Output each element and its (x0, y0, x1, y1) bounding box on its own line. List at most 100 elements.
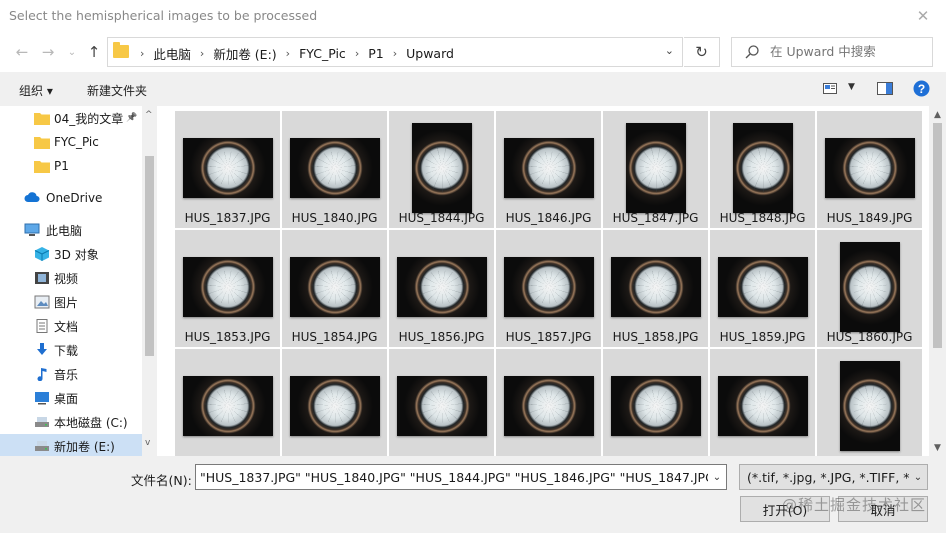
file-tile[interactable] (603, 349, 708, 456)
up-arrow-icon[interactable]: ↑ (84, 42, 104, 62)
video-icon (34, 271, 50, 285)
file-tile[interactable]: HUS_1847.JPG (603, 111, 708, 228)
image-thumbnail (610, 257, 701, 317)
sidebar-item[interactable]: 此电脑 (0, 218, 142, 242)
image-thumbnail (824, 138, 915, 198)
folder-icon (34, 111, 50, 125)
folder-icon (34, 159, 50, 173)
file-name: HUS_1857.JPG (505, 330, 592, 344)
sidebar-item[interactable]: 图片 (0, 290, 142, 314)
scroll-thumb[interactable] (933, 123, 942, 348)
file-tile[interactable]: HUS_1857.JPG (496, 230, 601, 347)
chevron-down-icon[interactable]: ⌄ (665, 44, 674, 57)
breadcrumb-item[interactable]: 新加卷 (E:) (213, 44, 276, 63)
command-bar: 组织 ▾ 新建文件夹 ▼ ? (0, 72, 946, 106)
sidebar-item[interactable]: 新加卷 (E:) (0, 434, 142, 456)
chevron-down-icon[interactable]: ⌄ (708, 465, 726, 489)
image-thumbnail (717, 257, 808, 317)
image-thumbnail (396, 257, 487, 317)
sidebar-item-label: 此电脑 (46, 223, 83, 238)
file-tile[interactable] (175, 349, 280, 456)
file-name: HUS_1853.JPG (184, 330, 271, 344)
file-tile[interactable]: HUS_1856.JPG (389, 230, 494, 347)
sidebar-item[interactable]: 04_我的文章 📌 (0, 106, 142, 130)
scroll-up-icon[interactable]: ^ (145, 110, 153, 120)
breadcrumb: › 此电脑 › 新加卷 (E:) › FYC_Pic › P1 › Upward (131, 44, 454, 63)
sidebar-item[interactable]: OneDrive (0, 186, 142, 210)
window-title: Select the hemispherical images to be pr… (9, 8, 318, 23)
refresh-icon[interactable]: ↻ (684, 37, 720, 67)
breadcrumb-item[interactable]: FYC_Pic (299, 46, 346, 61)
file-name: HUS_1844.JPG (398, 211, 485, 225)
navigation-pane-scrollbar[interactable]: ^ v (142, 106, 157, 456)
computer-icon (24, 223, 40, 237)
sidebar-item-label: 音乐 (54, 367, 79, 382)
filename-value: "HUS_1837.JPG" "HUS_1840.JPG" "HUS_1844.… (200, 470, 727, 485)
sidebar-item[interactable]: 本地磁盘 (C:) (0, 410, 142, 434)
file-tile[interactable] (496, 349, 601, 456)
organize-menu[interactable]: 组织 ▾ (19, 82, 53, 99)
back-arrow-icon[interactable]: ← (12, 42, 32, 62)
view-dropdown-icon[interactable]: ▼ (848, 82, 855, 92)
file-tile[interactable] (817, 349, 922, 456)
chevron-down-icon[interactable]: ⌄ (909, 465, 927, 489)
recent-chevron-icon[interactable]: ⌄ (62, 42, 82, 62)
breadcrumb-item[interactable]: 此电脑 (153, 44, 191, 63)
sidebar-item[interactable]: P1 (0, 154, 142, 178)
file-tile[interactable]: HUS_1840.JPG (282, 111, 387, 228)
file-tile[interactable] (389, 349, 494, 456)
document-icon (34, 319, 50, 333)
search-box[interactable] (731, 37, 933, 67)
sidebar-item[interactable]: 下载 (0, 338, 142, 362)
scroll-thumb[interactable] (145, 156, 154, 356)
file-tile[interactable]: HUS_1848.JPG (710, 111, 815, 228)
file-tile[interactable]: HUS_1844.JPG (389, 111, 494, 228)
new-folder-button[interactable]: 新建文件夹 (87, 82, 147, 99)
navigation-bar: ← → ⌄ ↑ › 此电脑 › 新加卷 (E:) › FYC_Pic › P1 … (0, 32, 946, 72)
view-options-icon[interactable] (823, 83, 837, 94)
sidebar-item[interactable]: FYC_Pic (0, 130, 142, 154)
search-input[interactable] (770, 44, 928, 59)
sidebar-item[interactable]: 音乐 (0, 362, 142, 386)
image-thumbnail (503, 257, 594, 317)
image-thumbnail (610, 376, 701, 436)
file-name: HUS_1846.JPG (505, 211, 592, 225)
scroll-down-icon[interactable]: v (145, 438, 150, 448)
file-tile[interactable]: HUS_1860.JPG (817, 230, 922, 347)
close-icon[interactable]: ✕ (900, 0, 946, 32)
file-grid-scrollbar[interactable]: ▲ ▼ (929, 106, 946, 456)
file-tile[interactable]: HUS_1846.JPG (496, 111, 601, 228)
address-bar[interactable]: › 此电脑 › 新加卷 (E:) › FYC_Pic › P1 › Upward… (107, 37, 683, 67)
filename-input[interactable]: "HUS_1837.JPG" "HUS_1840.JPG" "HUS_1844.… (195, 464, 727, 490)
sidebar-item[interactable]: 桌面 (0, 386, 142, 410)
scroll-up-icon[interactable]: ▲ (929, 106, 946, 123)
sidebar-item[interactable]: 视频 (0, 266, 142, 290)
drive-icon (34, 439, 50, 453)
help-icon[interactable]: ? (913, 80, 930, 97)
preview-pane-icon[interactable] (877, 82, 893, 95)
file-tile[interactable] (282, 349, 387, 456)
sidebar-item[interactable]: 文档 (0, 314, 142, 338)
sidebar-item[interactable]: 3D 对象 (0, 242, 142, 266)
watermark: @稀土掘金技术社区 (782, 496, 927, 514)
sidebar-item-label: 桌面 (54, 391, 79, 406)
forward-arrow-icon[interactable]: → (38, 42, 58, 62)
image-thumbnail (503, 138, 594, 198)
image-thumbnail (289, 257, 380, 317)
bottom-panel: 文件名(N): "HUS_1837.JPG" "HUS_1840.JPG" "H… (0, 456, 946, 533)
chevron-right-icon: › (285, 47, 291, 60)
file-tile[interactable]: HUS_1853.JPG (175, 230, 280, 347)
file-tile[interactable] (710, 349, 815, 456)
image-thumbnail (717, 376, 808, 436)
scroll-down-icon[interactable]: ▼ (929, 439, 946, 456)
filetype-select[interactable]: (*.tif, *.jpg, *.JPG, *.TIFF, *.jpe ⌄ (739, 464, 928, 490)
breadcrumb-item[interactable]: P1 (368, 46, 384, 61)
file-tile[interactable]: HUS_1858.JPG (603, 230, 708, 347)
breadcrumb-item[interactable]: Upward (406, 46, 454, 61)
file-tile[interactable]: HUS_1837.JPG (175, 111, 280, 228)
image-thumbnail (732, 123, 793, 213)
file-tile[interactable]: HUS_1854.JPG (282, 230, 387, 347)
file-tile[interactable]: HUS_1849.JPG (817, 111, 922, 228)
file-tile[interactable]: HUS_1859.JPG (710, 230, 815, 347)
cloud-icon (24, 191, 40, 205)
